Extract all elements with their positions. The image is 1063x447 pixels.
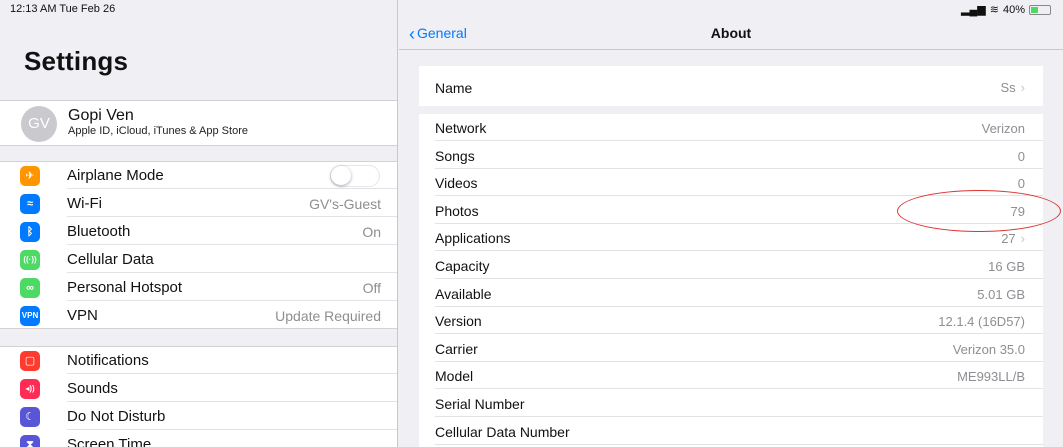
- sidebar-item-value: Off: [362, 280, 381, 296]
- about-row-label: Serial Number: [435, 396, 525, 412]
- about-row-model: Model ME993LL/B: [419, 362, 1043, 390]
- battery-percent: 40%: [1002, 3, 1025, 16]
- name-value: Ss ›: [1000, 80, 1025, 95]
- sidebar-item-label: Airplane Mode: [67, 167, 164, 184]
- sidebar-item-label: Personal Hotspot: [67, 279, 183, 296]
- about-row-value: ME993LL/B: [957, 369, 1025, 385]
- about-pane: ▂▄▆ ≋ 40% ‹ General About Name Ss › Networ…: [399, 0, 1063, 447]
- sidebar-item-label: Notifications: [67, 352, 149, 369]
- page-title: Settings: [24, 46, 129, 76]
- notifications-group: ▢ Notifications ◂)) Sounds ☾ Do Not Disturb ⧗ S…: [0, 346, 397, 447]
- sidebar-item-label: Wi-Fi: [67, 195, 102, 212]
- sidebar-item-airplane-mode[interactable]: ✈ Airplane Mode: [0, 162, 397, 189]
- name-label: Name: [435, 80, 473, 96]
- about-row-label: Capacity: [435, 258, 490, 274]
- chevron-right-icon: ›: [1020, 80, 1025, 95]
- sidebar-item-wi-fi[interactable]: ≈ Wi-Fi GV's-Guest: [0, 190, 397, 217]
- sidebar-item-label: Bluetooth: [67, 223, 131, 240]
- sidebar-item-screen-time[interactable]: ⧗ Screen Time: [0, 431, 397, 447]
- vpn-icon: VPN: [20, 306, 40, 326]
- nav-title: About: [710, 25, 752, 41]
- about-row-available: Available 5.01 GB: [419, 280, 1043, 307]
- battery-icon: [1029, 4, 1051, 15]
- status-time: 12:13 AM Tue Feb 26: [10, 3, 116, 15]
- about-row-value: 27 ›: [1001, 231, 1025, 247]
- about-row-value: 5.01 GB: [977, 286, 1025, 302]
- about-row-label: Photos: [435, 202, 479, 219]
- connectivity-group: ✈ Airplane Mode ≈ Wi-Fi GV's-Guest ᛒ Bluetooth…: [0, 161, 397, 329]
- sidebar-item-label: VPN: [67, 307, 98, 324]
- chevron-right-icon: ›: [1020, 231, 1025, 247]
- navigation-bar: ‹ General About: [399, 16, 1063, 50]
- sidebar-item-label: Do Not Disturb: [67, 408, 166, 425]
- about-row-label: Available: [435, 285, 492, 302]
- about-row-songs: Songs 0: [419, 142, 1043, 169]
- sidebar-item-vpn[interactable]: VPN VPN Update Required: [0, 302, 397, 329]
- status-indicators: ▂▄▆ ≋ 40%: [961, 3, 1051, 16]
- avatar: GV: [21, 106, 57, 142]
- about-row-carrier: Carrier Verizon 35.0: [419, 335, 1043, 362]
- wifi-status-icon: ≋: [989, 4, 999, 16]
- about-row-label: Songs: [435, 147, 475, 164]
- sidebar-item-value: GV's-Guest: [309, 196, 381, 212]
- about-row-label: Version: [435, 313, 482, 330]
- moon-icon: ☾: [20, 407, 40, 427]
- sidebar-item-do-not-disturb[interactable]: ☾ Do Not Disturb: [0, 403, 397, 430]
- signal-icon: ▂▄▆: [961, 4, 986, 16]
- profile-name: Gopi Ven: [68, 107, 134, 124]
- sidebar-item-bluetooth[interactable]: ᛒ Bluetooth On: [0, 218, 397, 245]
- about-info-list: Network Verizon Songs 0 Videos 0 Photos 79 Appli…: [419, 114, 1043, 447]
- hotspot-icon: ∞: [20, 278, 40, 298]
- about-row-value: 0: [1017, 176, 1025, 192]
- about-row-value: Verizon 35.0: [952, 341, 1025, 357]
- sidebar-item-sounds[interactable]: ◂)) Sounds: [0, 375, 397, 402]
- sidebar-item-cellular-data[interactable]: ((·)) Cellular Data: [0, 246, 397, 273]
- sounds-icon: ◂)): [20, 379, 40, 399]
- about-row-cellular-data-number: Cellular Data Number: [419, 418, 1043, 445]
- sidebar-item-value: On: [362, 224, 381, 240]
- profile-subtitle: Apple ID, iCloud, iTunes & App Store: [68, 125, 248, 137]
- apple-id-profile[interactable]: GV Gopi Ven Apple ID, iCloud, iTunes & A…: [0, 100, 397, 146]
- about-row-value: Verizon: [981, 121, 1025, 136]
- sidebar-item-label: Screen Time: [67, 436, 152, 447]
- wifi-icon: ≈: [20, 194, 40, 214]
- cellular-icon: ((·)): [20, 250, 40, 270]
- airplane-mode-toggle[interactable]: [330, 165, 380, 187]
- about-row-network: Network Verizon: [419, 114, 1043, 141]
- settings-sidebar: 12:13 AM Tue Feb 26 Settings GV Gopi Ven…: [0, 0, 398, 447]
- about-row-label: Cellular Data Number: [435, 423, 570, 440]
- version-annotation-circle: [897, 190, 1061, 232]
- name-row[interactable]: Name Ss ›: [419, 66, 1043, 106]
- about-row-capacity: Capacity 16 GB: [419, 252, 1043, 279]
- sidebar-item-notifications[interactable]: ▢ Notifications: [0, 347, 397, 374]
- about-row-label: Carrier: [435, 340, 478, 357]
- notifications-icon: ▢: [20, 351, 40, 371]
- about-row-label: Model: [435, 368, 474, 385]
- sidebar-item-value: Update Required: [275, 308, 381, 324]
- sidebar-item-label: Cellular Data: [67, 251, 154, 268]
- about-row-value: 12.1.4 (16D57): [938, 314, 1025, 330]
- about-row-label: Applications: [435, 230, 511, 247]
- about-row-value: 16 GB: [988, 259, 1025, 274]
- about-row-serial-number: Serial Number: [419, 390, 1043, 417]
- about-row-label: Network: [435, 120, 487, 136]
- hourglass-icon: ⧗: [20, 435, 40, 447]
- about-row-label: Videos: [435, 175, 478, 192]
- about-row-version: Version 12.1.4 (16D57): [419, 307, 1043, 335]
- sidebar-item-label: Sounds: [67, 380, 118, 397]
- airplane-icon: ✈: [20, 166, 40, 186]
- about-row-value: 0: [1017, 148, 1025, 164]
- bluetooth-icon: ᛒ: [20, 222, 40, 242]
- sidebar-item-personal-hotspot[interactable]: ∞ Personal Hotspot Off: [0, 274, 397, 301]
